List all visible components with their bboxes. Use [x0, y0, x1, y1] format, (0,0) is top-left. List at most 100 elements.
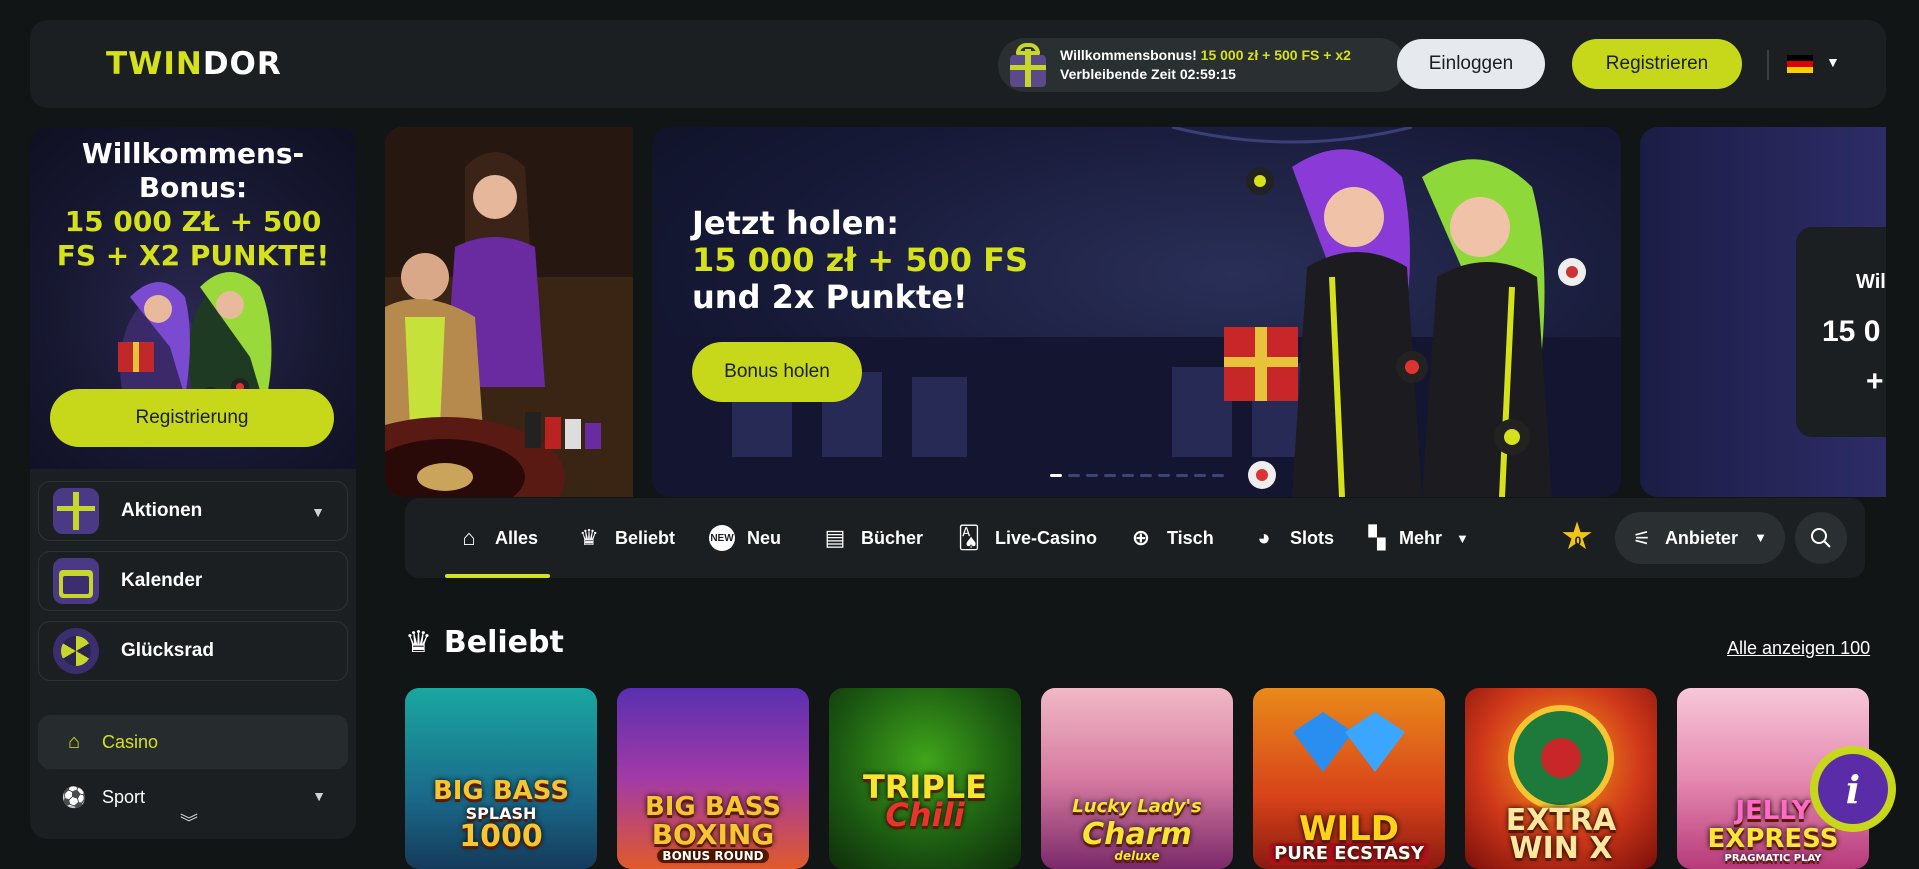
- game-tile[interactable]: TRIPLE Chili: [829, 688, 1021, 869]
- game-title: EXTRA WIN X: [1465, 806, 1657, 864]
- carousel-dot[interactable]: [1212, 474, 1224, 477]
- home-icon: ⌂: [462, 525, 476, 550]
- providers-dropdown[interactable]: ⚟ Anbieter ▼: [1615, 512, 1785, 564]
- chevron-down-icon[interactable]: ▼: [312, 788, 326, 804]
- game-tile[interactable]: EXTRA WIN X: [1465, 688, 1657, 869]
- category-bar: ⌂ Alles ♛ Beliebt NEW Neu ▤ Bücher 🂡 Liv…: [405, 498, 1865, 578]
- game-title-line: PURE ECSTASY: [1269, 843, 1429, 865]
- new-badge-icon: NEW: [709, 525, 735, 551]
- banner-previous-slide[interactable]: [385, 127, 633, 497]
- welcome-promo-card: Willkommens-Bonus: 15 000 ZŁ + 500 FS + …: [30, 127, 356, 469]
- next-slide-text3: +: [1866, 365, 1884, 398]
- tab-label: Mehr: [1399, 527, 1443, 548]
- sidebar-nav-casino[interactable]: ⌂ Casino: [38, 715, 348, 769]
- favorites-count: 0: [1574, 534, 1582, 548]
- game-tile[interactable]: WILD PURE ECSTASY: [1253, 688, 1445, 869]
- chip-icon: ⊕: [1131, 525, 1151, 550]
- search-icon: [1811, 528, 1831, 548]
- carousel-dot[interactable]: [1194, 474, 1206, 477]
- game-title-line: WILD: [1298, 809, 1400, 849]
- sidebar-item-aktionen[interactable]: Aktionen ▼: [38, 481, 348, 541]
- game-tile[interactable]: BIG BASS SPLASH 1000: [405, 688, 597, 869]
- game-title-line: BONUS ROUND: [657, 849, 769, 863]
- bonus-text: Willkommensbonus! 15 000 zł + 500 FS + x…: [1060, 46, 1351, 84]
- top-header: TWINDOR Willkommensbonus! 15 000 zł + 50…: [30, 20, 1886, 108]
- sidebar-item-label: Kalender: [121, 570, 203, 591]
- carousel-dot[interactable]: [1068, 474, 1080, 477]
- game-title: Lucky Lady's Charm deluxe: [1041, 793, 1233, 863]
- carousel-dot[interactable]: [1050, 474, 1062, 477]
- sidebar-item-label: Aktionen: [121, 500, 203, 521]
- section-heading: ♛ Beliebt: [405, 625, 564, 660]
- tab-mehr[interactable]: ▚ Mehr ▼: [1363, 498, 1469, 578]
- tab-label: Beliebt: [615, 527, 676, 548]
- chevron-down-icon: ▼: [1754, 530, 1767, 545]
- chevron-down-icon[interactable]: ▼: [1826, 54, 1840, 70]
- wheel-icon: [53, 628, 99, 674]
- books-icon: ▤: [824, 525, 846, 550]
- bonus-countdown: Verbleibende Zeit 02:59:15: [1060, 66, 1236, 82]
- chevron-down-icon: ▼: [1456, 530, 1469, 546]
- game-title: TRIPLE Chili: [829, 771, 1021, 834]
- hero-line2: 15 000 zł + 500 FS: [692, 241, 1029, 279]
- info-icon: i: [1818, 754, 1888, 824]
- hero-headline: Jetzt holen: 15 000 zł + 500 FS und 2x P…: [692, 205, 1028, 316]
- tab-buecher[interactable]: ▤ Bücher: [821, 498, 923, 578]
- diamond-image: [1293, 712, 1405, 772]
- carousel-dot[interactable]: [1158, 474, 1170, 477]
- welcome-bonus-timer[interactable]: Willkommensbonus! 15 000 zł + 500 FS + x…: [998, 38, 1406, 92]
- see-all-link[interactable]: Alle anzeigen 100: [1727, 638, 1870, 659]
- banner-next-slide[interactable]: Wil 15 0 +: [1640, 127, 1886, 497]
- carousel-dots: [1050, 474, 1224, 477]
- site-logo[interactable]: TWINDOR: [106, 46, 282, 82]
- soccer-ball-icon: ⚽: [61, 786, 87, 809]
- carousel-dot[interactable]: [1176, 474, 1188, 477]
- home-icon: ⌂: [67, 730, 81, 753]
- calendar-icon: [53, 558, 99, 604]
- game-title: BIG BASS SPLASH 1000: [405, 776, 597, 852]
- header-divider: [1767, 50, 1769, 80]
- registration-button[interactable]: Registrierung: [50, 389, 334, 447]
- tab-live-casino[interactable]: 🂡 Live-Casino: [955, 498, 1097, 578]
- game-tile[interactable]: BIG BASS BOXING BONUS ROUND: [617, 688, 809, 869]
- hero-banner[interactable]: Jetzt holen: 15 000 zł + 500 FS und 2x P…: [652, 127, 1621, 497]
- gift-box-icon: [53, 488, 99, 534]
- search-button[interactable]: [1795, 512, 1847, 564]
- tab-neu[interactable]: NEW Neu: [709, 498, 781, 578]
- game-title-line: Chili: [885, 796, 965, 834]
- carousel-dot[interactable]: [1104, 474, 1116, 477]
- tab-alles[interactable]: ⌂ Alles: [444, 498, 551, 578]
- game-title: WILD PURE ECSTASY: [1253, 809, 1445, 865]
- tab-label: Live-Casino: [995, 527, 1098, 548]
- sidebar-item-kalender[interactable]: Kalender: [38, 551, 348, 611]
- sidebar-item-gluecksrad[interactable]: Glücksrad: [38, 621, 348, 681]
- game-tile[interactable]: Lucky Lady's Charm deluxe: [1041, 688, 1233, 869]
- german-flag-icon[interactable]: [1787, 55, 1813, 73]
- hero-line3: und 2x Punkte!: [692, 278, 968, 316]
- scroll-down-icon[interactable]: ︾: [180, 809, 198, 835]
- more-icon: ▚: [1368, 525, 1386, 550]
- logo-part2: DOR: [202, 46, 282, 82]
- game-title-line: BOXING: [651, 818, 775, 851]
- next-slide-text2: 15 0: [1822, 315, 1881, 348]
- favorites-star-icon[interactable]: ★ 0: [1560, 518, 1595, 556]
- carousel-dot[interactable]: [1086, 474, 1098, 477]
- tab-beliebt[interactable]: ♛ Beliebt: [575, 498, 675, 578]
- cherry-icon: ◕: [1257, 525, 1271, 550]
- game-title-line: PRAGMATIC PLAY: [1724, 853, 1822, 864]
- carousel-dot[interactable]: [1122, 474, 1134, 477]
- chevron-down-icon[interactable]: ▼: [311, 504, 325, 520]
- tab-label: Neu: [747, 527, 782, 548]
- game-title-line: BIG BASS: [644, 792, 782, 822]
- tab-label: Bücher: [861, 527, 924, 548]
- register-button[interactable]: Registrieren: [1572, 39, 1742, 89]
- game-title: BIG BASS BOXING BONUS ROUND: [617, 793, 809, 863]
- login-button[interactable]: Einloggen: [1397, 39, 1545, 89]
- game-title-line: BIG BASS: [432, 776, 570, 806]
- tab-slots[interactable]: ◕ Slots: [1250, 498, 1334, 578]
- info-button[interactable]: i: [1810, 746, 1896, 832]
- bonus-claim-button[interactable]: Bonus holen: [692, 342, 862, 402]
- carousel-dot[interactable]: [1140, 474, 1152, 477]
- wheel-image: [1508, 705, 1614, 811]
- tab-tisch[interactable]: ⊕ Tisch: [1127, 498, 1214, 578]
